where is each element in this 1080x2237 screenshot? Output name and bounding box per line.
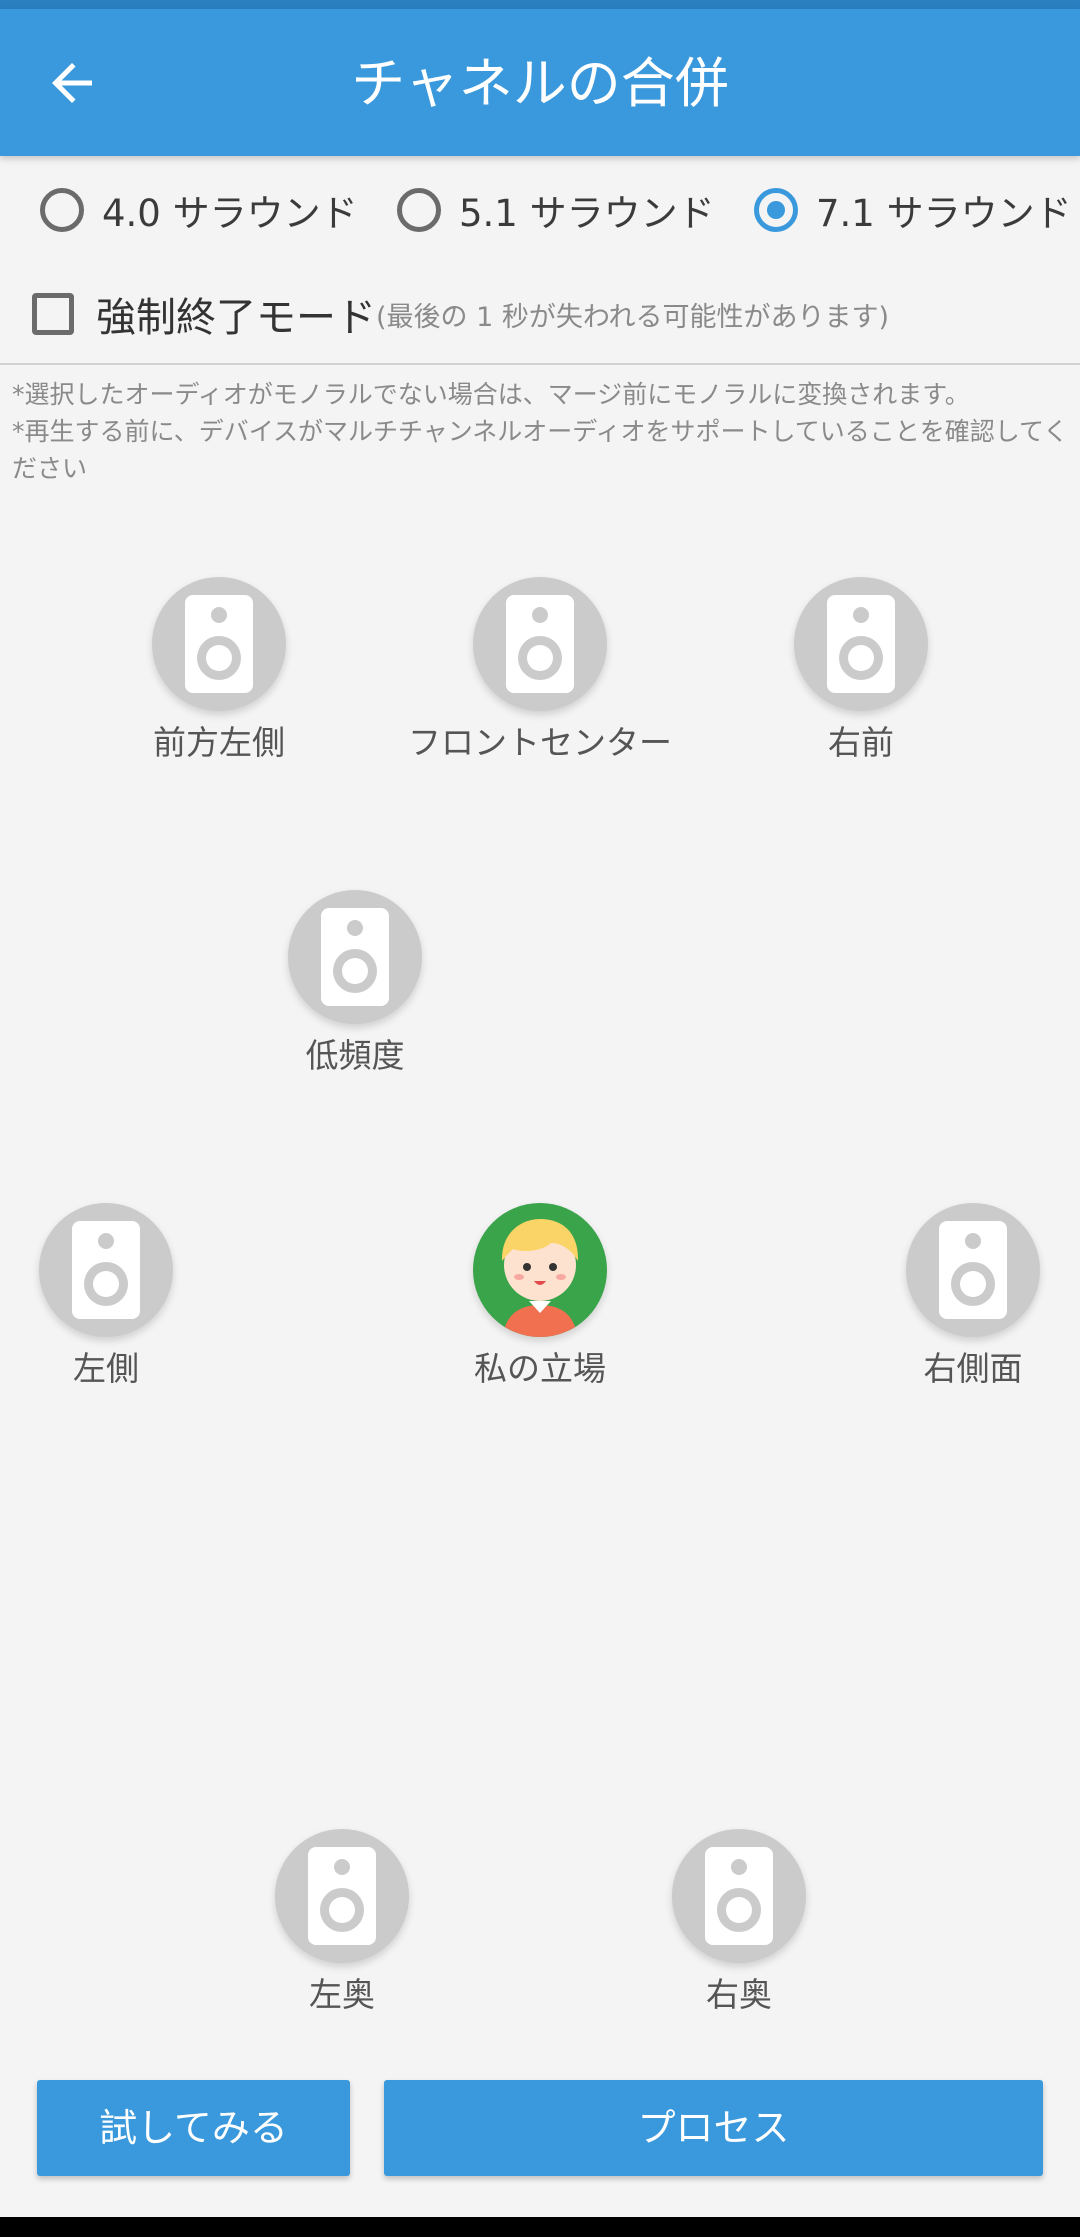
force-quit-checkbox-row[interactable]: 強制終了モード (最後の 1 秒が失われる可能性があります) — [32, 285, 889, 343]
speaker-back-right[interactable]: 右奥 — [589, 1829, 889, 2017]
speaker-button[interactable] — [906, 1203, 1040, 1337]
status-bar — [0, 0, 1080, 9]
speaker-button[interactable] — [39, 1203, 173, 1337]
speaker-button[interactable] — [672, 1829, 806, 1963]
speaker-label: 右側面 — [923, 1349, 1023, 1388]
note-multichannel: *再生する前に、デバイスがマルチチャンネルオーディオをサポートしていることを確認… — [12, 417, 1069, 483]
my-position-label: 私の立場 — [474, 1349, 606, 1388]
force-quit-hint: (最後の 1 秒が失われる可能性があります) — [376, 301, 890, 333]
radio-button[interactable] — [754, 188, 798, 232]
speaker-button[interactable] — [288, 890, 422, 1024]
radio-7-1-surround[interactable]: 7.1 サラウンド — [754, 180, 1072, 240]
speaker-side-left[interactable]: 左側 — [0, 1203, 256, 1391]
speaker-label: 前方左側 — [153, 723, 285, 762]
speaker-label: 左側 — [73, 1349, 139, 1388]
radio-label: 5.1 サラウンド — [459, 192, 715, 235]
speaker-icon — [321, 908, 389, 1006]
force-quit-checkbox[interactable] — [32, 293, 74, 335]
speaker-label: 右前 — [828, 723, 894, 762]
speaker-icon — [705, 1847, 773, 1945]
speaker-back-left[interactable]: 左奥 — [192, 1829, 492, 2017]
force-quit-label: 強制終了モード — [96, 295, 376, 341]
speaker-icon — [506, 595, 574, 693]
speaker-icon — [939, 1221, 1007, 1319]
radio-label: 7.1 サラウンド — [816, 192, 1072, 235]
try-button[interactable]: 試してみる — [37, 2080, 350, 2176]
radio-label: 4.0 サラウンド — [102, 192, 358, 235]
speaker-front-right[interactable]: 右前 — [711, 577, 1011, 765]
speaker-button[interactable] — [152, 577, 286, 711]
radio-4-0-surround[interactable]: 4.0 サラウンド — [40, 180, 358, 240]
page-title: チャネルの合併 — [351, 52, 729, 115]
divider — [0, 363, 1080, 365]
speaker-button[interactable] — [794, 577, 928, 711]
my-position: 私の立場 — [390, 1203, 690, 1391]
speaker-side-right[interactable]: 右側面 — [823, 1203, 1080, 1391]
speaker-low-frequency[interactable]: 低頻度 — [205, 890, 505, 1078]
avatar — [473, 1203, 607, 1337]
navigation-bar — [0, 2217, 1080, 2237]
speaker-label: 左奥 — [309, 1975, 375, 2014]
note-mono: *選択したオーディオがモノラルでない場合は、マージ前にモノラルに変換されます。 — [12, 380, 970, 409]
speaker-button[interactable] — [473, 577, 607, 711]
speaker-icon — [185, 595, 253, 693]
radio-button[interactable] — [40, 188, 84, 232]
speaker-icon — [308, 1847, 376, 1945]
speaker-icon — [827, 595, 895, 693]
speaker-button[interactable] — [275, 1829, 409, 1963]
avatar-icon — [501, 1219, 579, 1337]
speaker-front-center[interactable]: フロントセンター — [390, 577, 690, 765]
speaker-icon — [72, 1221, 140, 1319]
speaker-front-left[interactable]: 前方左側 — [69, 577, 369, 765]
notes: *選択したオーディオがモノラルでない場合は、マージ前にモノラルに変換されます。 … — [12, 376, 1072, 487]
speaker-label: 低頻度 — [305, 1036, 405, 1075]
radio-button[interactable] — [397, 188, 441, 232]
app-bar: チャネルの合併 — [0, 9, 1080, 156]
speaker-label: 右奥 — [706, 1975, 772, 2014]
speaker-label: フロントセンター — [408, 723, 672, 762]
process-button[interactable]: プロセス — [384, 2080, 1043, 2176]
radio-5-1-surround[interactable]: 5.1 サラウンド — [397, 180, 715, 240]
